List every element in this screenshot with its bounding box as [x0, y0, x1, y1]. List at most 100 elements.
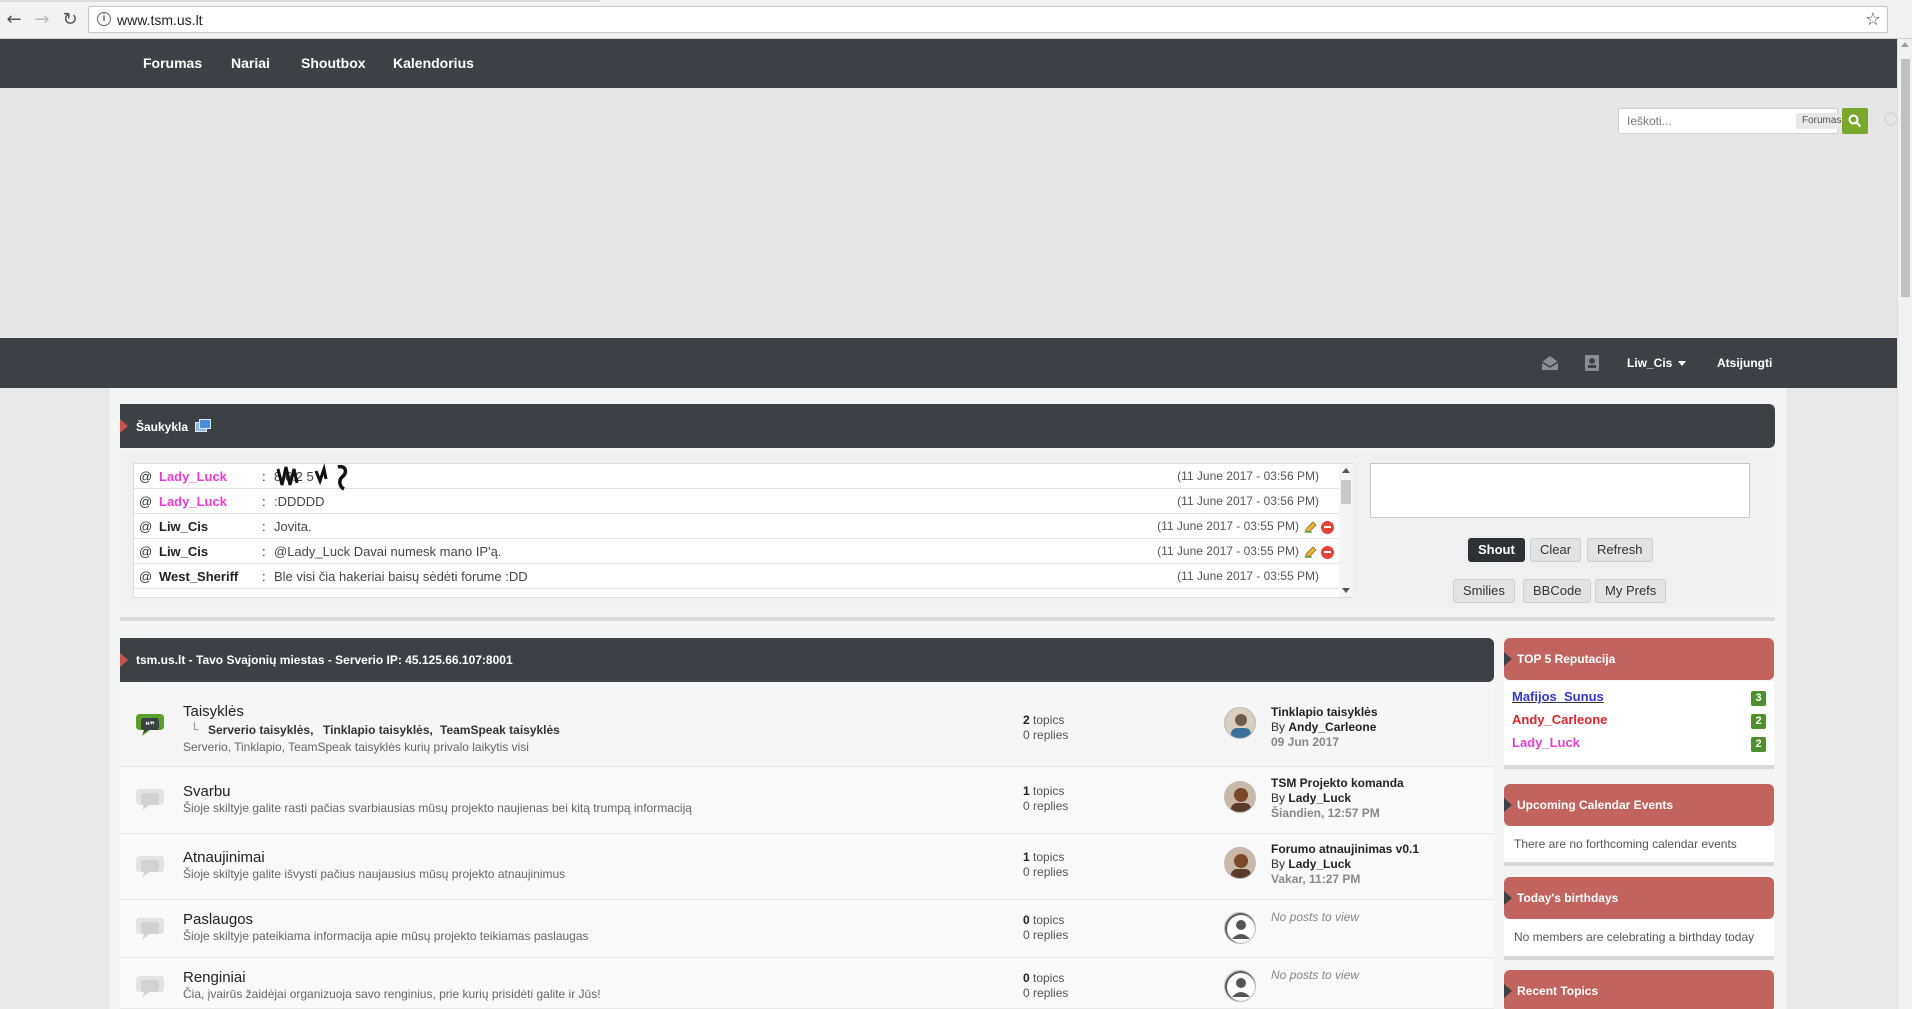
forum-read-icon[interactable] [134, 854, 166, 880]
shout-author[interactable]: Liw_Cis [159, 519, 208, 534]
forum-title[interactable]: Renginiai [183, 969, 246, 986]
forum-row-atnaujinimai: Atnaujinimai Šioje skiltyje galite išvys… [120, 834, 1494, 900]
mention-button[interactable]: @ [139, 469, 152, 484]
shout-row: @ Lady_Luck : :DDDDD (11 June 2017 - 03:… [134, 489, 1339, 514]
delete-icon[interactable] [1321, 521, 1334, 534]
default-avatar-icon [1225, 913, 1255, 943]
avatar[interactable] [1224, 912, 1256, 944]
mention-button[interactable]: @ [139, 494, 152, 509]
last-post-author-name[interactable]: Lady_Luck [1288, 791, 1351, 805]
avatar[interactable] [1224, 847, 1256, 879]
smilies-button[interactable]: Smilies [1453, 579, 1515, 603]
search-button[interactable] [1842, 108, 1868, 134]
reload-button[interactable]: ↻ [58, 8, 82, 32]
address-bar[interactable]: i www.tsm.us.lt ☆ [88, 6, 1888, 33]
scrollbar-thumb[interactable] [1901, 59, 1910, 297]
scroll-up-arrow-icon[interactable] [1342, 468, 1350, 473]
shout-row: @ Liw_Cis : @Lady_Luck Davai numesk mano… [134, 539, 1339, 564]
header-banner [0, 88, 1897, 338]
last-post-title[interactable]: Forumo atnaujinimas v0.1 [1271, 842, 1419, 857]
reputation-user[interactable]: Mafijos_Sunus [1512, 689, 1604, 704]
subforum-serverio[interactable]: Serverio taisyklės, [208, 723, 313, 737]
last-post-author-name[interactable]: Andy_Carleone [1288, 720, 1376, 734]
shout-author[interactable]: Lady_Luck [159, 469, 227, 484]
reputation-user[interactable]: Lady_Luck [1512, 735, 1580, 750]
shoutbox-scrollbar[interactable] [1339, 464, 1353, 597]
info-icon[interactable]: i [97, 12, 111, 26]
forum-title[interactable]: Atnaujinimai [183, 849, 265, 866]
category-title[interactable]: tsm.us.lt - Tavo Svajonių miestas - Serv… [136, 653, 513, 667]
clear-button[interactable]: Clear [1530, 538, 1582, 562]
delete-icon[interactable] [1321, 546, 1334, 559]
last-post-author-name[interactable]: Lady_Luck [1288, 857, 1351, 871]
calendar-empty-text: There are no forthcoming calendar events [1514, 837, 1737, 851]
last-post-date[interactable]: Šiandien, 12:57 PM [1271, 806, 1404, 821]
forum-read-icon[interactable] [134, 787, 166, 813]
shout-message: :DDDDD [274, 494, 325, 509]
shout-button[interactable]: Shout [1468, 538, 1525, 562]
mention-button[interactable]: @ [139, 544, 152, 559]
bbcode-button[interactable]: BBCode [1523, 579, 1592, 603]
forum-description: Čia, įvairūs žaidėjai organizuoja savo r… [183, 987, 601, 1001]
user-menu[interactable]: Liw_Cis [1627, 356, 1687, 370]
mention-button[interactable]: @ [139, 519, 152, 534]
edit-icon[interactable] [1304, 521, 1317, 533]
page-scrollbar[interactable] [1897, 39, 1912, 1009]
mention-button[interactable]: @ [139, 569, 152, 584]
forum-unread-icon[interactable]: ❝❞ [134, 712, 166, 738]
search-icon [1848, 114, 1862, 128]
edit-icon[interactable] [1304, 546, 1317, 558]
messenger-icon[interactable] [1541, 354, 1559, 372]
avatar[interactable] [1224, 707, 1256, 739]
scroll-down-arrow-icon[interactable] [1342, 588, 1350, 593]
last-post: Forumo atnaujinimas v0.1 By Lady_Luck Va… [1271, 842, 1419, 887]
forum-title[interactable]: Paslaugos [183, 911, 253, 928]
reputation-user[interactable]: Andy_Carleone [1512, 712, 1607, 727]
url-text[interactable]: www.tsm.us.lt [117, 12, 203, 28]
chevron-down-icon [1678, 361, 1687, 367]
refresh-button[interactable]: Refresh [1587, 538, 1653, 562]
forward-button[interactable]: → [30, 8, 54, 32]
forum-read-icon[interactable] [134, 916, 166, 942]
notifications-icon[interactable] [1583, 354, 1601, 372]
no-posts-text: No posts to view [1271, 968, 1360, 982]
avatar[interactable] [1224, 970, 1256, 1002]
search-options-icon[interactable] [1884, 112, 1898, 126]
reputation-box: Mafijos_Sunus 3 Andy_Carleone 2 Lady_Luc… [1504, 681, 1774, 769]
forum-description: Šioje skiltyje galite išvysti pačius nau… [183, 867, 566, 881]
forum-read-icon[interactable] [134, 974, 166, 1000]
shout-author[interactable]: West_Sheriff [159, 569, 238, 584]
shout-author[interactable]: Liw_Cis [159, 544, 208, 559]
nav-forumas[interactable]: Forumas [143, 55, 202, 71]
reputation-row[interactable]: Andy_Carleone 2 [1512, 712, 1766, 732]
last-post-title[interactable]: TSM Projekto komanda [1271, 776, 1404, 791]
forum-title[interactable]: Taisyklės [183, 703, 244, 720]
avatar[interactable] [1224, 781, 1256, 813]
nav-shoutbox[interactable]: Shoutbox [301, 55, 366, 71]
shout-input[interactable] [1370, 463, 1750, 518]
scroll-up-arrow-icon[interactable] [1901, 42, 1909, 47]
my-prefs-button[interactable]: My Prefs [1595, 579, 1667, 603]
forum-title[interactable]: Svarbu [183, 783, 231, 800]
reputation-row[interactable]: Mafijos_Sunus 3 [1512, 689, 1766, 709]
main-navigation: Forumas Nariai Shoutbox Kalendorius [0, 39, 1897, 88]
logout-link[interactable]: Atsijungti [1717, 356, 1772, 370]
last-post-date[interactable]: 09 Jun 2017 [1271, 735, 1378, 750]
last-post-date[interactable]: Vakar, 11:27 PM [1271, 872, 1419, 887]
back-button[interactable]: ← [2, 8, 26, 32]
last-post-title[interactable]: Tinklapio taisyklės [1271, 705, 1378, 720]
username[interactable]: Liw_Cis [1627, 356, 1672, 370]
shout-message: Ble visi čia hakeriai baisų sėdėti forum… [274, 569, 528, 584]
search-scope[interactable]: Forumas [1796, 113, 1848, 129]
subforum-tinklapio[interactable]: Tinklapio taisyklės, [323, 723, 433, 737]
subforum-teamspeak[interactable]: TeamSpeak taisyklės [440, 723, 560, 737]
forum-stats: 2 topics 0 replies [1023, 713, 1068, 743]
popup-window-icon[interactable] [195, 419, 212, 433]
scrollbar-thumb[interactable] [1341, 480, 1351, 504]
nav-kalendorius[interactable]: Kalendorius [393, 55, 474, 71]
shoutbox-title[interactable]: Šaukykla [136, 419, 212, 434]
reputation-row[interactable]: Lady_Luck 2 [1512, 735, 1766, 755]
bookmark-star-icon[interactable]: ☆ [1865, 9, 1881, 30]
nav-nariai[interactable]: Nariai [231, 55, 270, 71]
shout-author[interactable]: Lady_Luck [159, 494, 227, 509]
